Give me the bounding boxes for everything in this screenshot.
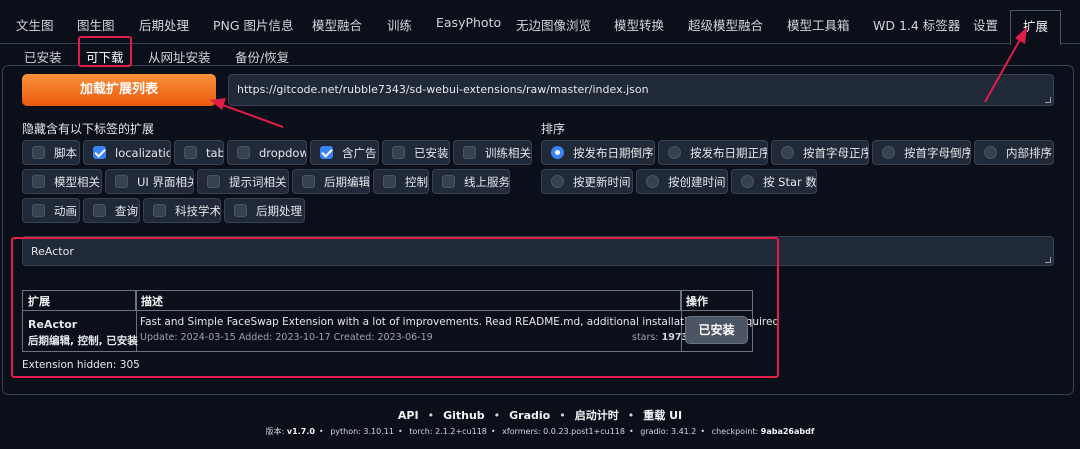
arrowhead-icon <box>1015 27 1027 44</box>
arrowhead-icon <box>210 98 226 110</box>
annotation-arrow-load-button <box>219 103 284 128</box>
annotation-arrow-extensions-tab <box>984 35 1023 103</box>
annotation-arrows <box>210 27 1027 128</box>
